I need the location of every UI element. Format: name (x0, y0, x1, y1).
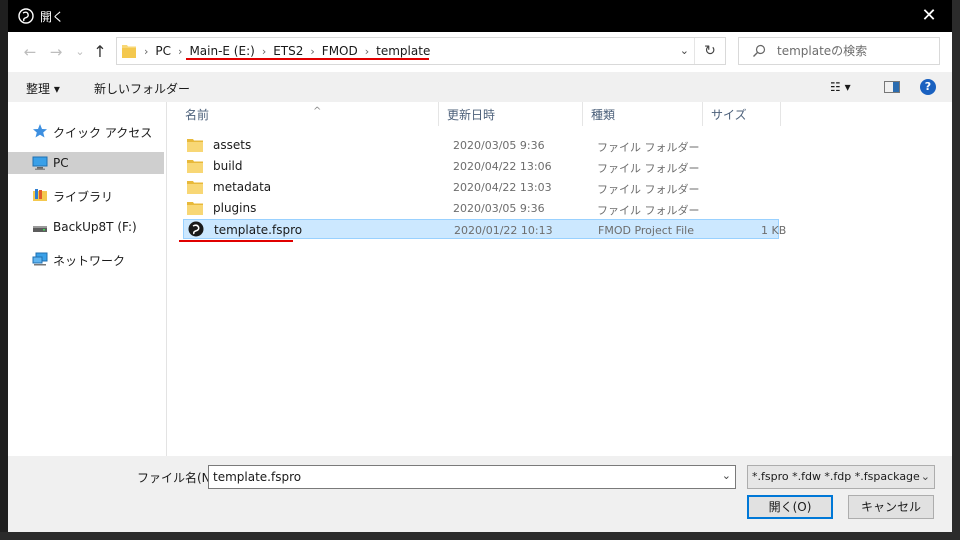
address-row: ← → ⌄ ↑ › PC › Main-E (E:) › ETS2 › FMOD › templa… (8, 32, 952, 72)
file-type: ファイル フォルダー (597, 183, 700, 196)
title-bar: 開く ✕ (8, 0, 952, 32)
column-header-label: 名前 (185, 108, 210, 122)
navigation-pane: クイック アクセス PC ライブラリ BackUp8T (F:) ネットワーク (8, 102, 167, 456)
file-date: 2020/01/22 10:13 (454, 224, 553, 237)
drive-icon (33, 226, 47, 232)
close-button[interactable]: ✕ (906, 0, 952, 32)
file-annotation-underline (179, 240, 293, 242)
search-icon (753, 44, 766, 57)
breadcrumb-item-ets2[interactable]: ETS2 (273, 38, 303, 64)
file-row[interactable]: build 2020/04/22 13:06 ファイル フォルダー (183, 156, 779, 176)
library-icon (33, 189, 47, 201)
sidebar-item-label: クイック アクセス (53, 126, 153, 140)
file-name: metadata (213, 180, 272, 194)
up-button[interactable]: ↑ (90, 43, 110, 61)
star-icon (33, 124, 47, 138)
file-row[interactable]: metadata 2020/04/22 13:03 ファイル フォルダー (183, 177, 779, 197)
breadcrumb-separator[interactable]: › (262, 45, 266, 58)
file-name: plugins (213, 201, 257, 215)
file-date: 2020/03/05 9:36 (453, 139, 545, 152)
file-size: 1 KB (761, 224, 787, 237)
column-header-label: 更新日時 (447, 108, 496, 122)
filename-input[interactable] (213, 469, 703, 485)
file-date: 2020/04/22 13:03 (453, 181, 552, 194)
cancel-button[interactable]: キャンセル (848, 495, 934, 519)
sidebar-item-libraries[interactable]: ライブラリ (8, 184, 164, 206)
organize-menu[interactable]: 整理 ▾ (26, 80, 60, 97)
breadcrumb-separator[interactable]: › (365, 45, 369, 58)
breadcrumb-separator[interactable]: › (178, 45, 182, 58)
file-row[interactable]: assets 2020/03/05 9:36 ファイル フォルダー (183, 135, 779, 155)
help-icon[interactable]: ? (920, 79, 936, 95)
file-name: build (213, 159, 243, 173)
recent-locations-button[interactable]: ⌄ (70, 43, 90, 61)
address-history-dropdown[interactable]: ⌄ (680, 38, 689, 64)
background-window-edge (952, 0, 960, 540)
command-toolbar: 整理 ▾ 新しいフォルダー ☷ ▾ ? (8, 72, 952, 102)
filetype-select[interactable]: *.fspro *.fdw *.fdp *.fspackage ⌄ (747, 465, 935, 489)
bottom-panel: ファイル名(N): ⌄ *.fspro *.fdw *.fdp *.fspack… (8, 456, 952, 532)
new-folder-button[interactable]: 新しいフォルダー (94, 80, 190, 97)
chevron-down-icon[interactable]: ⌄ (722, 469, 731, 482)
sidebar-item-label: BackUp8T (F:) (53, 220, 137, 234)
chevron-down-icon: ⌄ (920, 470, 930, 483)
breadcrumb-separator: › (144, 45, 149, 58)
column-header-size[interactable]: サイズ (703, 102, 781, 126)
breadcrumb-item-pc[interactable]: PC (155, 38, 171, 64)
network-icon (32, 252, 48, 266)
file-list: 名前 ^ 更新日時 種類 サイズ assets 2020/03/05 9:36 … (167, 102, 952, 456)
refresh-button[interactable]: ↻ (694, 38, 725, 64)
folder-icon (187, 202, 203, 215)
file-type: ファイル フォルダー (597, 141, 700, 154)
open-file-dialog: 開く ✕ ← → ⌄ ↑ › PC › Main-E (E:) › ETS2 › FMOD › t… (8, 0, 952, 532)
breadcrumb-item-drive[interactable]: Main-E (E:) (189, 38, 254, 64)
column-header-label: サイズ (711, 108, 747, 122)
monitor-icon (32, 156, 48, 170)
sidebar-item-label: ネットワーク (53, 254, 126, 268)
column-header-type[interactable]: 種類 (583, 102, 703, 126)
sidebar-item-network[interactable]: ネットワーク (8, 248, 164, 270)
view-menu-button[interactable]: ☷ ▾ (830, 80, 851, 94)
breadcrumb: › PC › Main-E (E:) › ETS2 › FMOD › template (137, 38, 430, 64)
filename-combobox[interactable]: ⌄ (208, 465, 736, 489)
sidebar-item-pc[interactable]: PC (8, 152, 164, 174)
fmod-app-icon (18, 8, 34, 24)
breadcrumb-item-fmod[interactable]: FMOD (322, 38, 358, 64)
file-type: ファイル フォルダー (597, 204, 700, 217)
fmod-icon (188, 221, 204, 237)
breadcrumb-item-template[interactable]: template (376, 38, 430, 64)
path-annotation-underline (186, 58, 429, 60)
window-title: 開く (40, 10, 65, 24)
address-bar[interactable]: › PC › Main-E (E:) › ETS2 › FMOD › template ⌄ ↻ (116, 37, 726, 65)
column-header-label: 種類 (591, 108, 616, 122)
folder-icon (187, 181, 203, 194)
file-name: template.fspro (214, 223, 303, 237)
file-row[interactable]: plugins 2020/03/05 9:36 ファイル フォルダー (183, 198, 779, 218)
search-input[interactable] (777, 42, 927, 60)
forward-button[interactable]: → (46, 43, 66, 61)
file-date: 2020/04/22 13:06 (453, 160, 552, 173)
back-button[interactable]: ← (20, 43, 40, 61)
search-box[interactable] (738, 37, 940, 65)
sidebar-item-backup-drive[interactable]: BackUp8T (F:) (8, 216, 164, 238)
folder-icon (122, 45, 136, 58)
filetype-value: *.fspro *.fdw *.fdp *.fspackage (752, 470, 920, 483)
sidebar-item-label: PC (53, 156, 69, 170)
sidebar-item-label: ライブラリ (53, 190, 114, 204)
folder-icon (187, 160, 203, 173)
preview-pane-icon[interactable] (884, 81, 900, 93)
folder-icon (187, 139, 203, 152)
background-window-edge (0, 532, 960, 540)
column-header-date[interactable]: 更新日時 (439, 102, 583, 126)
sort-ascending-icon: ^ (313, 106, 322, 117)
column-header-name[interactable]: 名前 ^ (177, 102, 439, 126)
file-name: assets (213, 138, 252, 152)
file-date: 2020/03/05 9:36 (453, 202, 545, 215)
sidebar-item-quick-access[interactable]: クイック アクセス (8, 120, 164, 142)
file-row-selected[interactable]: template.fspro 2020/01/22 10:13 FMOD Pro… (183, 219, 786, 239)
file-type: FMOD Project File (598, 224, 694, 237)
breadcrumb-separator[interactable]: › (310, 45, 314, 58)
file-type: ファイル フォルダー (597, 162, 700, 175)
open-button[interactable]: 開く(O) (747, 495, 833, 519)
